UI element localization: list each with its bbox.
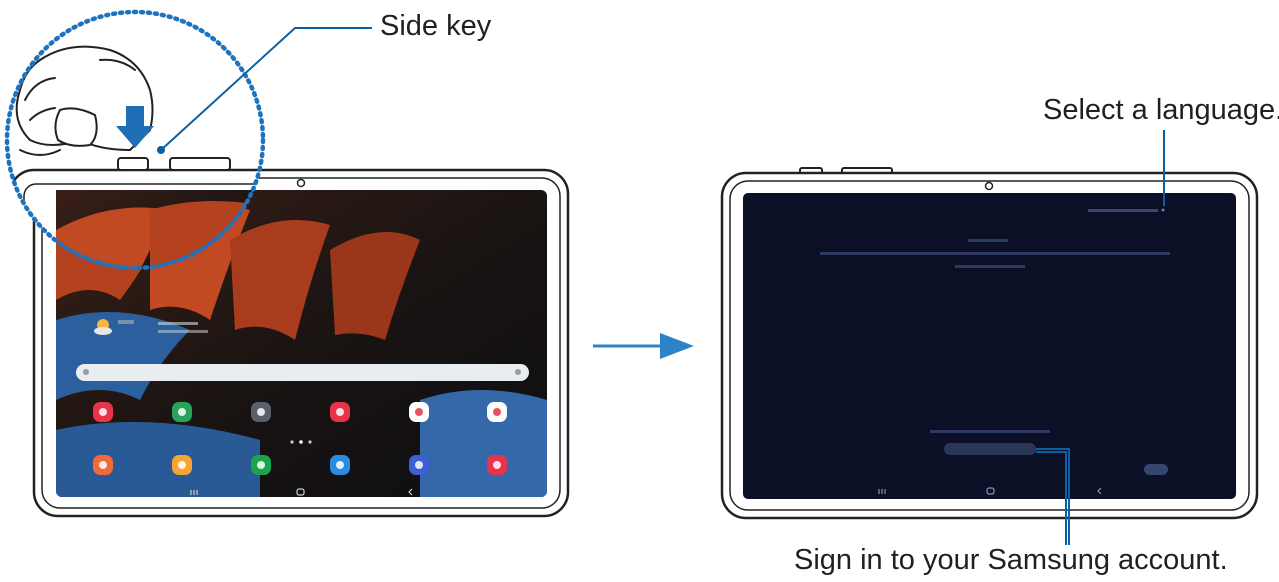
app-icon-glyph bbox=[415, 461, 423, 469]
sign-in-button bbox=[944, 443, 1036, 455]
zoom-volume-key bbox=[169, 157, 231, 171]
app-icon-glyph bbox=[178, 408, 186, 416]
app-icon-glyph bbox=[178, 461, 186, 469]
app-icon-glyph bbox=[493, 461, 501, 469]
app-icon-glyph bbox=[415, 408, 423, 416]
right-tablet bbox=[720, 167, 1259, 520]
next-step-arrow-icon bbox=[593, 333, 694, 359]
illustration bbox=[4, 9, 1259, 545]
app-icon-glyph bbox=[257, 408, 265, 416]
select-language-label: Select a language. bbox=[1043, 94, 1279, 126]
app-icon-glyph bbox=[336, 408, 344, 416]
next-button bbox=[1144, 464, 1168, 475]
search-bar bbox=[76, 364, 529, 381]
app-icon-glyph bbox=[257, 461, 265, 469]
sign-in-label: Sign in to your Samsung account. bbox=[794, 544, 1228, 576]
zoom-side-key bbox=[117, 157, 149, 171]
app-icon-glyph bbox=[99, 408, 107, 416]
app-icon-glyph bbox=[99, 461, 107, 469]
app-icon-glyph bbox=[336, 461, 344, 469]
side-key-label: Side key bbox=[380, 10, 492, 42]
app-icon-glyph bbox=[493, 408, 501, 416]
